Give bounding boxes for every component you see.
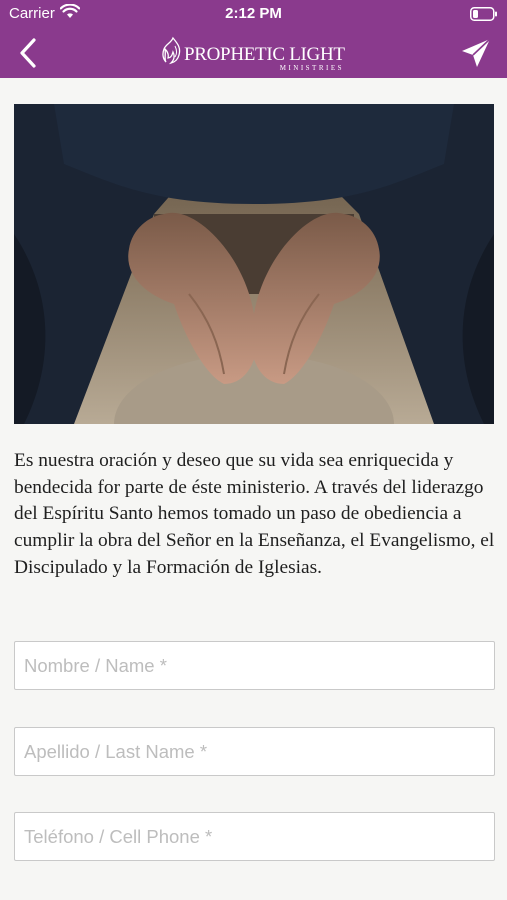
paper-plane-icon[interactable] bbox=[459, 36, 493, 70]
last-name-field[interactable] bbox=[14, 727, 495, 776]
logo-text: PROPHETIC LIGHT bbox=[184, 44, 345, 65]
first-name-field[interactable] bbox=[14, 641, 495, 690]
cell-phone-field[interactable] bbox=[14, 812, 495, 861]
hero-image-open-hands bbox=[14, 104, 494, 424]
nav-bar: PROPHETIC LIGHT MINISTRIES bbox=[0, 28, 507, 78]
flame-icon bbox=[162, 36, 181, 65]
clock: 2:12 PM bbox=[225, 5, 282, 22]
logo-subtext: MINISTRIES bbox=[279, 64, 344, 72]
status-bar: Carrier 2:12 PM bbox=[0, 0, 507, 28]
prophetic-light-logo: PROPHETIC LIGHT MINISTRIES bbox=[162, 34, 346, 74]
battery-icon bbox=[470, 7, 497, 21]
hands-photo bbox=[14, 104, 494, 424]
back-chevron-icon[interactable] bbox=[14, 37, 46, 69]
intro-paragraph: Es nuestra oración y deseo que su vida s… bbox=[14, 450, 495, 578]
